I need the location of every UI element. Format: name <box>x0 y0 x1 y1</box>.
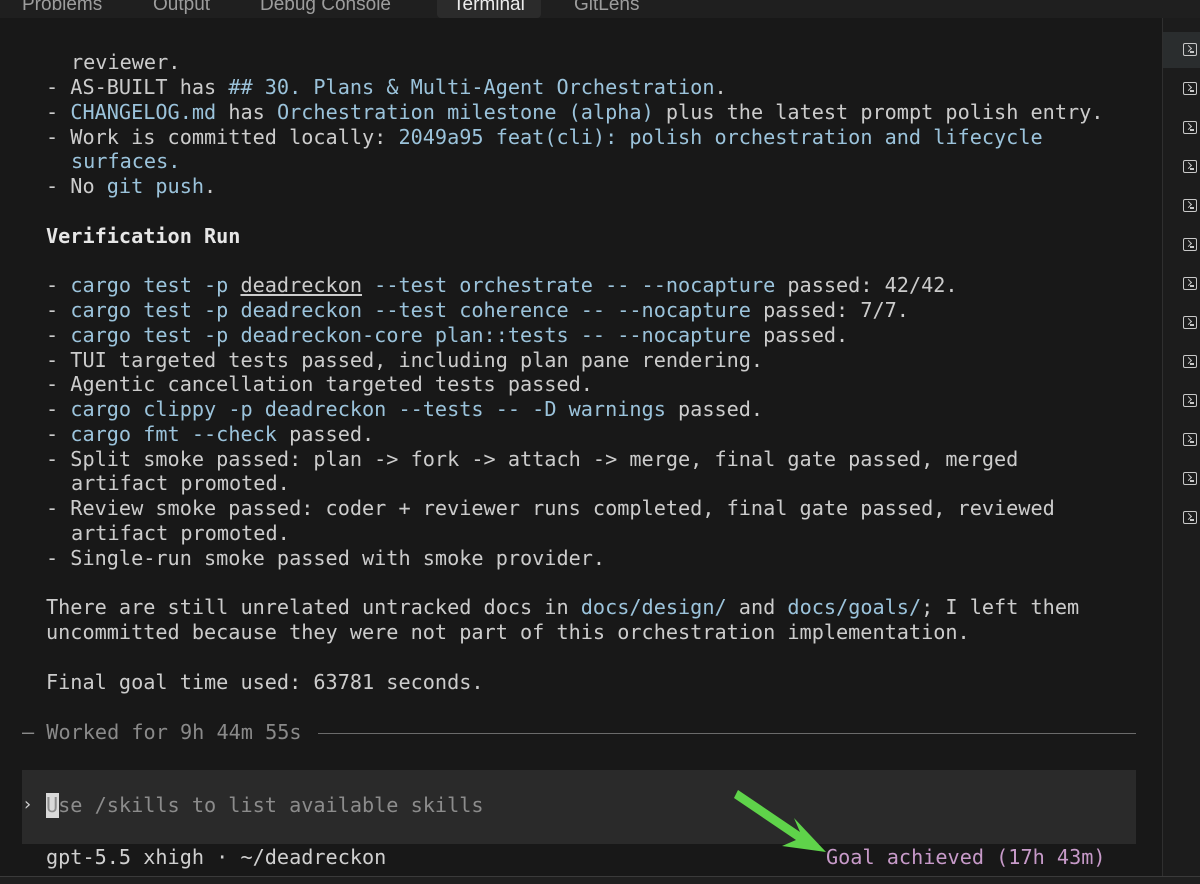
tab-terminal[interactable]: Terminal <box>437 0 541 18</box>
tab-debug-console[interactable]: Debug Console <box>260 0 391 18</box>
annotation-arrow-icon <box>734 790 826 852</box>
output-line: - Single-run smoke passed with smoke pro… <box>46 546 606 570</box>
terminal-icon[interactable] <box>1183 121 1197 134</box>
terminal-icon[interactable] <box>1183 43 1197 56</box>
link-deadreckon[interactable]: deadreckon <box>240 273 362 297</box>
output-line: uncommitted because they were not part o… <box>46 620 970 644</box>
terminal-icon[interactable] <box>1183 355 1197 368</box>
tab-problems[interactable]: Problems <box>22 0 102 18</box>
panel-tab-bar: Problems Output Debug Console Terminal G… <box>0 0 1200 18</box>
worked-duration: — Worked for 9h 44m 55s <box>22 720 302 744</box>
section-heading: Verification Run <box>46 224 241 248</box>
terminal-icon[interactable] <box>1183 394 1197 407</box>
output-line: - CHANGELOG.md has Orchestration milesto… <box>46 100 1104 124</box>
output-line: - cargo fmt --check passed. <box>46 422 375 446</box>
output-line: reviewer. <box>71 50 181 74</box>
output-line: - cargo test -p deadreckon --test orches… <box>46 273 958 297</box>
terminal-icon[interactable] <box>1183 199 1197 212</box>
terminal-icon[interactable] <box>1183 277 1197 290</box>
output-line: - Work is committed locally: 2049a95 fea… <box>46 125 1043 149</box>
output-line: - TUI targeted tests passed, including p… <box>46 348 764 372</box>
output-line: artifact promoted. <box>71 521 290 545</box>
file-link[interactable]: CHANGELOG.md <box>70 100 216 124</box>
model-status: gpt-5.5 xhigh · ~/deadreckon <box>46 845 387 869</box>
divider <box>318 733 1136 734</box>
prompt-chevron-icon: › <box>22 794 33 815</box>
output-line: artifact promoted. <box>71 471 290 495</box>
output-line: Final goal time used: 63781 seconds. <box>46 670 484 694</box>
output-line: - cargo test -p deadreckon --test cohere… <box>46 298 909 322</box>
terminal-icon[interactable] <box>1183 238 1197 251</box>
output-line: surfaces. <box>71 149 181 173</box>
output-line: - AS-BUILT has ## 30. Plans & Multi-Agen… <box>46 75 727 99</box>
terminal-icon[interactable] <box>1183 160 1197 173</box>
output-line: - cargo clippy -p deadreckon --tests -- … <box>46 397 764 421</box>
output-line: - Agentic cancellation targeted tests pa… <box>46 372 593 396</box>
terminal-icon[interactable] <box>1183 511 1197 524</box>
composer[interactable]: › <box>22 770 1136 844</box>
prompt-input[interactable] <box>46 793 1096 818</box>
goal-status: Goal achieved (17h 43m) <box>826 845 1106 869</box>
output-line: There are still unrelated untracked docs… <box>46 595 1080 619</box>
terminal-icon[interactable] <box>1183 82 1197 95</box>
output-line: - No git push. <box>46 174 217 198</box>
terminal-output[interactable]: reviewer. - AS-BUILT has ## 30. Plans & … <box>0 18 1162 883</box>
terminal-icon[interactable] <box>1183 316 1197 329</box>
output-line: - Split smoke passed: plan -> fork -> at… <box>46 447 1019 471</box>
output-line: - Review smoke passed: coder + reviewer … <box>46 496 1055 520</box>
tab-gitlens[interactable]: GitLens <box>574 0 639 18</box>
terminal-icon[interactable] <box>1183 472 1197 485</box>
terminal-instance-list <box>1162 18 1200 883</box>
terminal-icon[interactable] <box>1183 433 1197 446</box>
tab-output[interactable]: Output <box>153 0 210 18</box>
output-line: - cargo test -p deadreckon-core plan::te… <box>46 323 849 347</box>
